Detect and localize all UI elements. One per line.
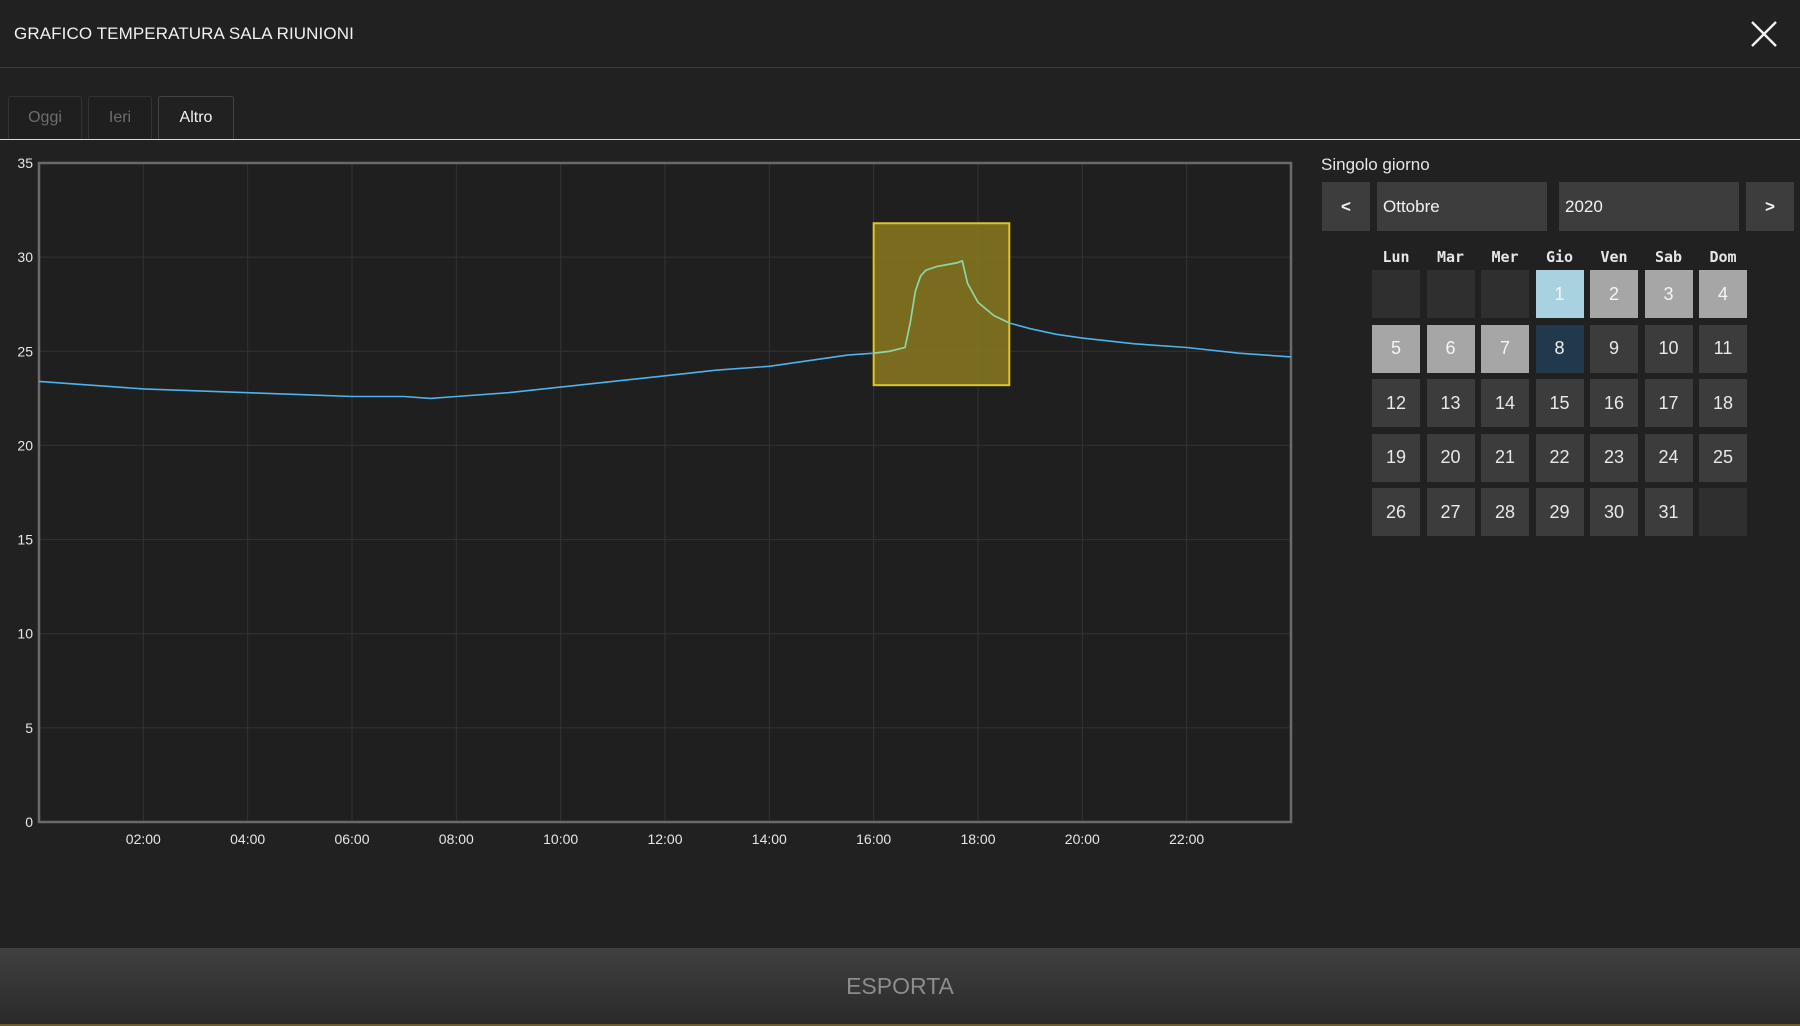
y-tick-label: 30 bbox=[17, 249, 33, 265]
calendar-day[interactable]: 28 bbox=[1481, 488, 1529, 536]
calendar-day[interactable]: 24 bbox=[1644, 433, 1693, 482]
calendar-day[interactable]: 6 bbox=[1426, 324, 1475, 373]
calendar-title: Singolo giorno bbox=[1321, 155, 1430, 174]
calendar-day[interactable]: 20 bbox=[1426, 433, 1475, 482]
calendar-day[interactable]: 17 bbox=[1644, 379, 1693, 427]
x-tick-label: 04:00 bbox=[230, 831, 265, 847]
export-button[interactable]: ESPORTA bbox=[0, 948, 1800, 1026]
calendar-day[interactable]: 13 bbox=[1426, 379, 1475, 427]
month-field[interactable]: Ottobre bbox=[1377, 182, 1547, 231]
x-tick-label: 10:00 bbox=[543, 831, 578, 847]
x-tick-label: 22:00 bbox=[1169, 831, 1204, 847]
calendar-day[interactable]: 31 bbox=[1644, 488, 1693, 536]
calendar-day[interactable]: 15 bbox=[1535, 379, 1584, 427]
page-title: GRAFICO TEMPERATURA SALA RIUNIONI bbox=[14, 24, 354, 43]
temperature-chart: 0 5 10 15 20 25 30 35 02:00 04:00 06:00 08:00 10:00 1… bbox=[0, 150, 1300, 850]
weekday-header: Mer bbox=[1491, 248, 1519, 266]
calendar-day[interactable]: 5 bbox=[1372, 324, 1420, 373]
calendar-day[interactable]: 12 bbox=[1372, 379, 1420, 427]
weekday-header: Gio bbox=[1545, 248, 1574, 266]
tab-altro[interactable]: Altro bbox=[158, 96, 234, 139]
x-tick-label: 02:00 bbox=[126, 831, 161, 847]
calendar-day[interactable]: 4 bbox=[1699, 270, 1747, 318]
x-tick-label: 12:00 bbox=[647, 831, 682, 847]
calendar-empty-cell bbox=[1699, 488, 1747, 536]
dialog-header: GRAFICO TEMPERATURA SALA RIUNIONI bbox=[0, 0, 1800, 68]
tab-ieri[interactable]: Ieri bbox=[88, 96, 152, 139]
calendar-day[interactable]: 21 bbox=[1481, 433, 1529, 482]
calendar-empty-cell bbox=[1481, 270, 1529, 318]
weekday-header: Ven bbox=[1600, 248, 1628, 266]
calendar-day[interactable]: 10 bbox=[1644, 324, 1693, 373]
tab-oggi[interactable]: Oggi bbox=[8, 96, 82, 139]
year-field[interactable]: 2020 bbox=[1559, 182, 1739, 231]
calendar-day[interactable]: 1 bbox=[1535, 270, 1584, 318]
next-month-button[interactable]: > bbox=[1746, 182, 1794, 231]
weekday-header: Lun bbox=[1382, 248, 1410, 266]
y-tick-label: 5 bbox=[25, 720, 33, 736]
x-tick-label: 06:00 bbox=[334, 831, 369, 847]
calendar-day[interactable]: 2 bbox=[1590, 270, 1638, 318]
x-tick-label: 18:00 bbox=[960, 831, 995, 847]
calendar-day[interactable]: 26 bbox=[1372, 488, 1420, 536]
x-tick-label: 16:00 bbox=[856, 831, 891, 847]
calendar-day[interactable]: 3 bbox=[1644, 270, 1693, 318]
calendar-day[interactable]: 22 bbox=[1535, 433, 1584, 482]
calendar-day[interactable]: 14 bbox=[1481, 379, 1529, 427]
calendar-day[interactable]: 29 bbox=[1535, 488, 1584, 536]
x-tick-label: 14:00 bbox=[752, 831, 787, 847]
calendar-day[interactable]: 19 bbox=[1372, 433, 1420, 482]
calendar-day[interactable]: 23 bbox=[1590, 433, 1638, 482]
calendar-day[interactable]: 25 bbox=[1699, 433, 1747, 482]
calendar-day[interactable]: 9 bbox=[1590, 324, 1638, 373]
calendar-day[interactable]: 18 bbox=[1699, 379, 1747, 427]
y-tick-label: 15 bbox=[17, 532, 33, 548]
weekday-header: Mar bbox=[1436, 248, 1465, 266]
y-tick-label: 10 bbox=[17, 626, 33, 642]
x-tick-label: 08:00 bbox=[439, 831, 474, 847]
calendar-empty-cell bbox=[1426, 270, 1475, 318]
y-tick-label: 25 bbox=[17, 343, 33, 359]
y-tick-label: 20 bbox=[17, 437, 33, 453]
calendar-day[interactable]: 11 bbox=[1699, 324, 1747, 373]
weekday-header: Dom bbox=[1709, 248, 1737, 266]
y-tick-label: 35 bbox=[17, 155, 33, 171]
x-tick-label: 20:00 bbox=[1065, 831, 1100, 847]
calendar-day[interactable]: 16 bbox=[1590, 379, 1638, 427]
chart-svg: 0 5 10 15 20 25 30 35 02:00 04:00 06:00 08:00 10:00 1… bbox=[17, 155, 1293, 847]
calendar-day[interactable]: 27 bbox=[1426, 488, 1475, 536]
tab-divider bbox=[0, 139, 1800, 140]
weekday-header: Sab bbox=[1654, 248, 1683, 266]
calendar-day[interactable]: 30 bbox=[1590, 488, 1638, 536]
prev-month-button[interactable]: < bbox=[1322, 182, 1370, 231]
calendar-empty-cell bbox=[1372, 270, 1420, 318]
close-icon[interactable] bbox=[1748, 18, 1780, 50]
selection-highlight bbox=[872, 222, 1011, 387]
y-tick-label: 0 bbox=[25, 814, 33, 830]
calendar-day[interactable]: 7 bbox=[1481, 324, 1529, 373]
calendar-day[interactable]: 8 bbox=[1535, 324, 1584, 373]
